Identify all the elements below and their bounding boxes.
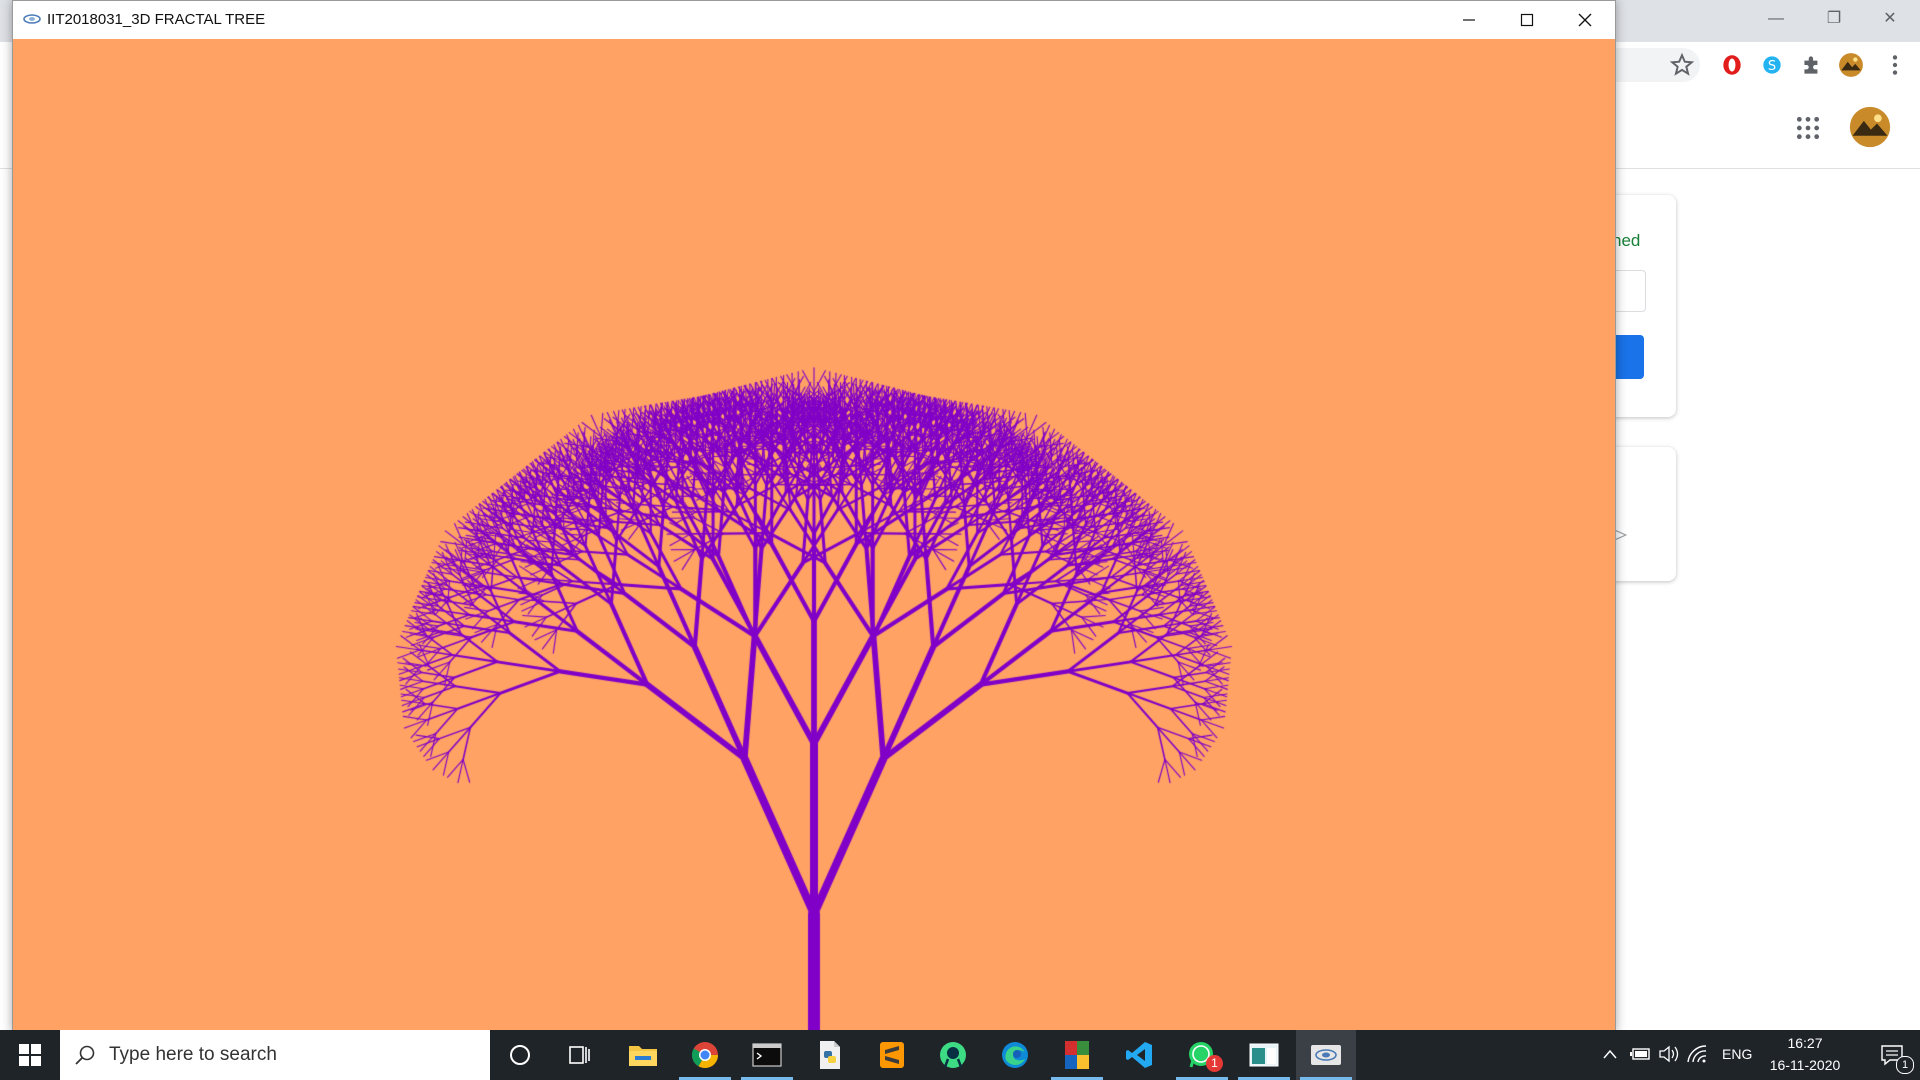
taskbar-app-vscode[interactable]: [1109, 1030, 1169, 1080]
skype-extension-icon[interactable]: S: [1759, 52, 1785, 78]
wifi-icon[interactable]: [1686, 1044, 1708, 1064]
opengl-app-icon: [23, 14, 41, 24]
bookmark-star-icon[interactable]: [1669, 52, 1695, 78]
fractal-tree-window: IIT2018031_3D FRACTAL TREE: [12, 0, 1616, 1033]
window-title: IIT2018031_3D FRACTAL TREE: [47, 11, 266, 28]
windows-taskbar: Type here to search 1 ENG 16:27 16-11-20…: [0, 1030, 1920, 1080]
cortana-button[interactable]: [490, 1030, 550, 1080]
taskbar-app-file-explorer[interactable]: [613, 1030, 673, 1080]
winrar-icon: [1065, 1041, 1089, 1069]
svg-text:S: S: [1768, 59, 1776, 74]
maximize-icon: [1520, 13, 1534, 27]
extensions-puzzle-icon[interactable]: [1799, 52, 1825, 78]
terminal-icon: [752, 1043, 782, 1067]
taskbar-app-window[interactable]: [1234, 1030, 1294, 1080]
battery-icon[interactable]: [1630, 1046, 1652, 1062]
folder-icon: [629, 1046, 657, 1066]
browser-close-button[interactable]: ✕: [1868, 6, 1912, 32]
volume-icon[interactable]: [1658, 1044, 1680, 1064]
action-center-button[interactable]: 1: [1866, 1030, 1920, 1080]
close-icon: [1578, 13, 1592, 27]
task-view-button[interactable]: [550, 1030, 610, 1080]
fractal-tree-canvas[interactable]: [13, 39, 1615, 1032]
language-indicator[interactable]: ENG: [1722, 1046, 1752, 1062]
apps-grid-icon[interactable]: [1795, 115, 1821, 141]
android-studio-icon: [940, 1042, 966, 1068]
circle-icon: [510, 1045, 530, 1065]
edge-icon: [1002, 1042, 1028, 1068]
browser-restore-button[interactable]: ❐: [1812, 6, 1856, 32]
taskbar-app-terminal[interactable]: [737, 1030, 797, 1080]
search-placeholder: Type here to search: [109, 1044, 277, 1065]
opengl-app-icon: [1311, 1045, 1341, 1065]
chevron-up-icon[interactable]: [1602, 1048, 1618, 1060]
opera-extension-icon[interactable]: [1719, 52, 1745, 78]
minimize-button[interactable]: [1440, 1, 1498, 39]
close-button[interactable]: [1556, 1, 1614, 39]
taskbar-app-edge[interactable]: [985, 1030, 1045, 1080]
taskbar-app-python[interactable]: [800, 1030, 860, 1080]
card-status-text: ned: [1612, 231, 1641, 250]
clock[interactable]: 16:27 16-11-2020: [1760, 1030, 1850, 1080]
notification-count-badge: 1: [1896, 1056, 1914, 1074]
window-titlebar[interactable]: IIT2018031_3D FRACTAL TREE: [13, 1, 1615, 39]
system-tray: ENG 16:27 16-11-2020 1: [1590, 1030, 1920, 1080]
start-button[interactable]: [0, 1030, 60, 1080]
vscode-icon: [1126, 1042, 1152, 1068]
notification-badge: 1: [1206, 1055, 1223, 1072]
maximize-button[interactable]: [1498, 1, 1556, 39]
browser-menu-icon[interactable]: [1882, 52, 1908, 78]
account-avatar-icon[interactable]: [1849, 106, 1891, 148]
taskbar-app-winrar[interactable]: [1047, 1030, 1107, 1080]
browser-minimize-button[interactable]: —: [1754, 6, 1798, 32]
taskbar-app-whatsapp[interactable]: 1: [1172, 1030, 1232, 1080]
sublime-icon: [880, 1042, 904, 1068]
taskbar-app-opengl[interactable]: [1296, 1030, 1356, 1080]
search-icon: [75, 1045, 95, 1065]
python-file-icon: [820, 1041, 840, 1069]
minimize-icon: [1463, 19, 1475, 21]
clock-time: 16:27: [1787, 1035, 1823, 1051]
taskbar-app-sublime-text[interactable]: [862, 1030, 922, 1080]
windows-logo-icon: [19, 1044, 41, 1066]
profile-avatar-icon[interactable]: [1838, 52, 1864, 78]
taskbar-app-android-studio[interactable]: [923, 1030, 983, 1080]
taskbar-search-box[interactable]: Type here to search: [60, 1030, 490, 1080]
window-icon: [1249, 1043, 1279, 1067]
task-view-icon: [569, 1046, 590, 1064]
chrome-icon: [691, 1042, 719, 1069]
clock-date: 16-11-2020: [1769, 1057, 1841, 1073]
taskbar-app-chrome[interactable]: [675, 1030, 735, 1080]
